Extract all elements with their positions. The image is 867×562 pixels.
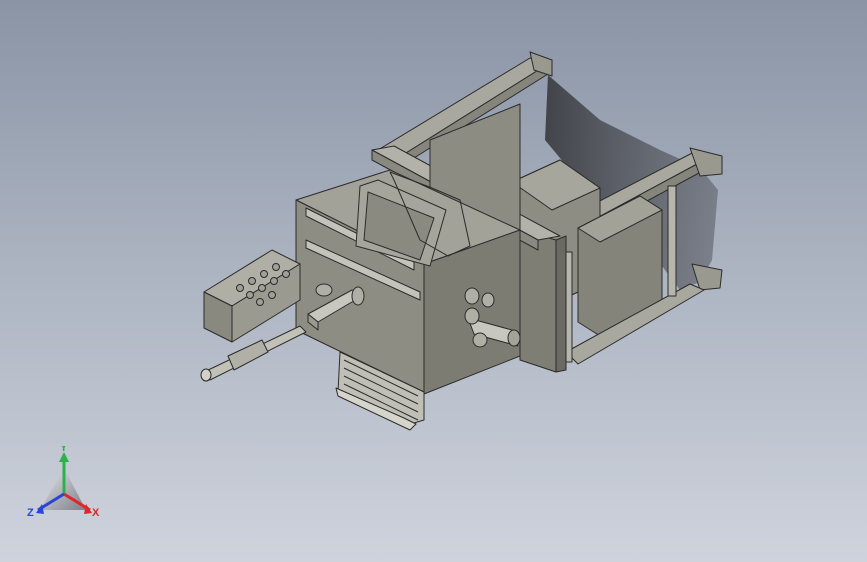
x-axis-label: X (92, 507, 100, 519)
z-axis-label: Z (27, 507, 34, 519)
graphics-viewport[interactable]: Y X Z (0, 0, 867, 562)
control-box (203, 249, 301, 343)
reference-triad: Y X Z (27, 446, 100, 519)
assembly-model[interactable] (0, 0, 867, 562)
y-axis-label: Y (60, 446, 68, 454)
